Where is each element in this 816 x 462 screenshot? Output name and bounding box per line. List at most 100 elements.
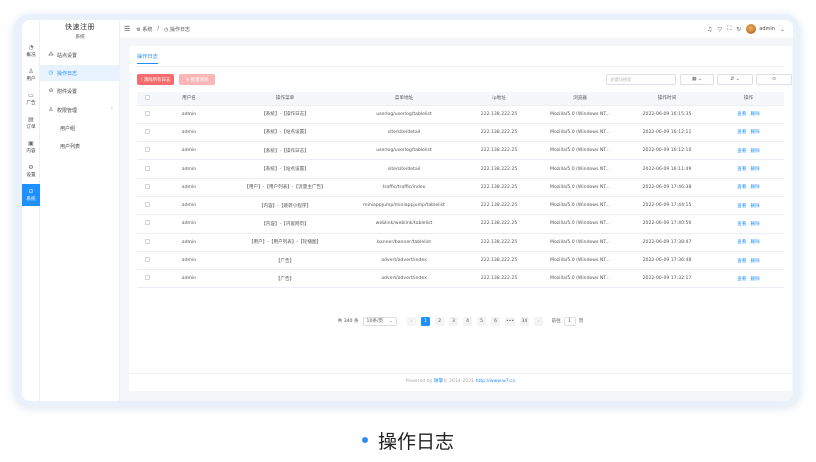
menu-cell: 【系统】-【操作日志】 — [221, 105, 349, 124]
nav-overview[interactable]: ◔ 概况 — [22, 40, 40, 62]
footer-site-link[interactable]: http://www.w7.cc — [476, 379, 516, 384]
search-input[interactable]: 关键词搜索 — [606, 74, 676, 85]
columns-button[interactable]: ▦ ⌄ — [680, 74, 714, 85]
nav-ads-label: 广告 — [26, 100, 36, 106]
delete-link[interactable]: 删除 — [751, 222, 760, 227]
delete-link[interactable]: 删除 — [751, 112, 760, 117]
delete-link[interactable]: 删除 — [751, 149, 760, 154]
select-all-checkbox[interactable] — [144, 94, 150, 100]
row-checkbox[interactable] — [144, 275, 150, 281]
view-link[interactable]: 查看 — [737, 167, 746, 172]
page-button[interactable]: 3 — [449, 316, 459, 326]
menu-toggle-icon[interactable]: ☰ — [124, 25, 130, 33]
page-button[interactable]: 34 — [520, 316, 530, 326]
delete-link[interactable]: 删除 — [751, 240, 760, 245]
select-all-cell[interactable] — [137, 92, 157, 106]
page-button[interactable]: 4 — [463, 316, 473, 326]
row-checkbox[interactable] — [144, 147, 150, 153]
view-link[interactable]: 查看 — [737, 185, 746, 190]
nav-orders[interactable]: ▤ 订单 — [22, 112, 40, 134]
view-link[interactable]: 查看 — [737, 130, 746, 135]
page-ellipsis[interactable]: ••• — [505, 316, 516, 326]
avatar[interactable] — [746, 24, 757, 34]
table-row: admin 【系统】-【操作日志】 userlog/userlog/tablelis… — [137, 105, 784, 124]
select-cell[interactable] — [137, 269, 157, 289]
row-checkbox[interactable] — [144, 183, 150, 189]
chevron-down-icon[interactable]: ⌄ — [780, 26, 785, 33]
select-cell[interactable] — [137, 214, 157, 234]
clear-all-logs-button[interactable]: ! 清除所有日志 — [137, 74, 174, 85]
select-cell[interactable] — [137, 141, 157, 161]
attachment-icon: ⊘ — [48, 88, 54, 94]
select-cell[interactable] — [137, 196, 157, 216]
username[interactable]: admin — [759, 26, 775, 32]
nav-ads[interactable]: ▭ 广告 — [22, 88, 40, 110]
tab-operation-log[interactable]: 操作日志 — [137, 53, 158, 64]
select-cell[interactable] — [137, 123, 157, 143]
row-checkbox[interactable] — [144, 128, 150, 134]
footer-brand-link[interactable]: 微擎 — [434, 379, 443, 384]
sidebar-subitem-label: 用户组 — [60, 125, 76, 132]
column-header: ip地址 — [459, 92, 539, 106]
delete-link[interactable]: 删除 — [751, 259, 760, 264]
delete-link[interactable]: 删除 — [751, 204, 760, 209]
delete-link[interactable]: 删除 — [751, 277, 760, 282]
breadcrumb-system[interactable]: ⚙ 系统 — [136, 26, 152, 33]
view-link[interactable]: 查看 — [737, 112, 746, 117]
sidebar-item-permissions[interactable]: ♙ 权限管理 ⌃ — [40, 102, 120, 118]
filter-icon[interactable]: ▽ — [717, 26, 722, 33]
nav-content[interactable]: ▣ 内容 — [22, 136, 40, 158]
sidebar-item-attachment-settings[interactable]: ⊘ 附件设置 — [40, 83, 120, 99]
notification-icon[interactable]: ♫ — [707, 26, 712, 33]
page-button[interactable]: 2 — [435, 316, 445, 326]
select-cell[interactable] — [137, 251, 157, 271]
view-link[interactable]: 查看 — [737, 204, 746, 209]
row-checkbox[interactable] — [144, 110, 150, 116]
nav-system[interactable]: ⊙ 系统 — [22, 184, 40, 206]
view-link[interactable]: 查看 — [737, 240, 746, 245]
select-cell[interactable] — [137, 159, 157, 179]
sidebar-subitem-user-list[interactable]: 用户列表 — [40, 138, 120, 154]
row-checkbox[interactable] — [144, 165, 150, 171]
sidebar-item-site-settings[interactable]: ⁂ 站点设置 — [40, 47, 120, 63]
row-checkbox[interactable] — [144, 220, 150, 226]
row-checkbox[interactable] — [144, 238, 150, 244]
goto-page-input[interactable]: 1 — [563, 316, 576, 326]
select-cell[interactable] — [137, 178, 157, 197]
page-size-select[interactable]: 10条/页 ⌄ — [362, 316, 397, 326]
breadcrumb-separator: / — [157, 26, 160, 32]
view-link[interactable]: 查看 — [737, 259, 746, 264]
fullscreen-icon[interactable]: ⛶ — [727, 25, 731, 33]
ip-cell: 222.138.222.25 — [459, 251, 539, 271]
app-window: ◔ 概况 ♙ 用户 ▭ 广告 ▤ 订单 ▣ 内容 ⚙ 设置 ⊙ 系统 快速注册 — [22, 20, 793, 401]
select-cell[interactable] — [137, 105, 157, 124]
pagination: 共 340 条 10条/页 ⌄ ‹ 1 2 3 4 5 6 ••• 34 › 前… — [129, 315, 792, 327]
batch-clear-button[interactable]: ⊘ 批量清除 — [179, 74, 215, 85]
column-header: 操作 — [713, 92, 784, 106]
order-icon: ▤ — [28, 115, 34, 123]
select-cell[interactable] — [137, 233, 157, 252]
table-header: 用户名 操作菜单 菜单地址 ip地址 浏览器 操作时间 操作 — [137, 92, 784, 106]
system-icon: ⊙ — [28, 187, 34, 195]
search-button[interactable]: ⊙ — [756, 74, 792, 85]
prev-page-button[interactable]: ‹ — [407, 316, 417, 326]
view-link[interactable]: 查看 — [737, 277, 746, 282]
view-link[interactable]: 查看 — [737, 149, 746, 154]
sidebar-item-operation-log[interactable]: ◷ 操作日志 — [40, 65, 120, 81]
page-button[interactable]: 5 — [477, 316, 487, 326]
nav-users[interactable]: ♙ 用户 — [22, 64, 40, 86]
view-link[interactable]: 查看 — [737, 222, 746, 227]
delete-link[interactable]: 删除 — [751, 130, 760, 135]
page-button[interactable]: 6 — [491, 316, 501, 326]
delete-link[interactable]: 删除 — [751, 185, 760, 190]
export-button[interactable]: ⇵ ⌄ — [717, 74, 753, 85]
row-checkbox[interactable] — [144, 202, 150, 208]
refresh-icon[interactable]: ↻ — [736, 26, 741, 33]
delete-link[interactable]: 删除 — [751, 167, 760, 172]
page-button[interactable]: 1 — [421, 316, 431, 326]
nav-settings[interactable]: ⚙ 设置 — [22, 160, 40, 182]
browser-cell: Mozilla/5.0 (Windows NT... — [539, 141, 621, 161]
row-checkbox[interactable] — [144, 257, 150, 263]
sidebar-subitem-user-groups[interactable]: 用户组 — [40, 120, 120, 136]
next-page-button[interactable]: › — [534, 316, 544, 326]
